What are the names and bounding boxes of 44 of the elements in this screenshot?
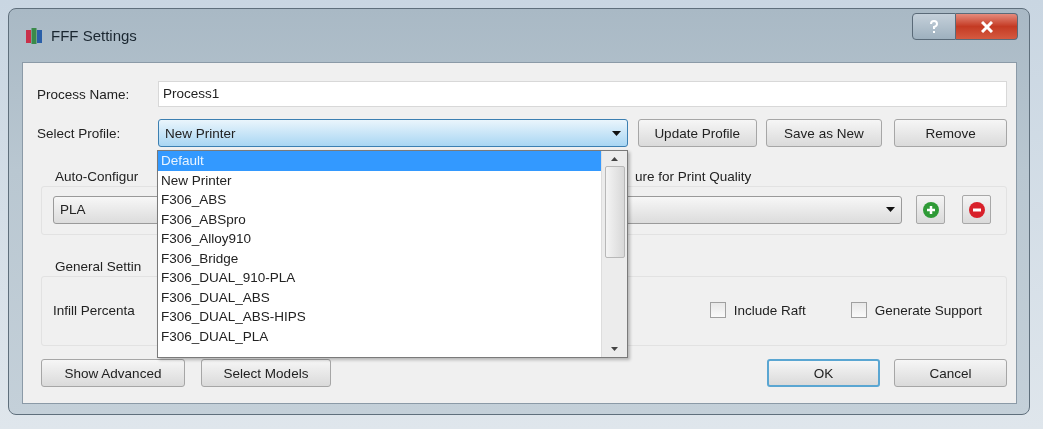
dropdown-option[interactable]: F306_ABSpro [158,209,601,229]
dialog-button[interactable]: Cancel [894,359,1007,387]
question-mark-icon [929,19,939,34]
field-label: Infill Percenta [53,302,135,318]
checkbox-label: Generate Support [874,302,982,318]
group-title: General Settin [55,258,142,274]
group-title: ure for Print Quality [635,168,752,184]
dialog-button[interactable]: OK [767,359,880,387]
scrollbar-thumb[interactable] [604,166,625,258]
dropdown-option[interactable]: New Printer [158,170,601,190]
profile-button[interactable]: Save as New [765,119,883,147]
window-title: FFF Settings [51,27,137,44]
scroll-up-icon [611,157,618,161]
checkbox[interactable] [850,302,867,318]
remove-button[interactable] [962,195,991,224]
process-name-field[interactable]: Process1 [158,81,1007,107]
minus-icon [968,201,985,218]
group-title: Auto-Configur [55,168,140,184]
profile-dropdown[interactable]: New Printer [158,119,628,147]
dropdown-option[interactable]: F306_Alloy910 [158,229,601,249]
footer-button[interactable]: Select Models [201,359,331,387]
field-label: Process Name: [37,86,131,102]
checkbox-label: Include Raft [733,302,806,318]
dropdown-option[interactable]: F306_Bridge [158,248,601,268]
caret-icon [886,207,895,212]
dropdown-option[interactable]: F306_DUAL_ABS-HIPS [158,307,601,327]
dropdown-option[interactable]: F306_DUAL_910-PLA [158,268,601,288]
add-button[interactable] [916,195,945,224]
help-button[interactable] [912,13,956,40]
caret-icon [611,130,621,136]
dropdown-option[interactable]: F306_DUAL_PLA [158,326,601,346]
scrollbar[interactable] [601,151,627,357]
profile-button[interactable]: Update Profile [637,119,757,147]
dropdown-option[interactable]: F306_DUAL_ABS [158,287,601,307]
plus-icon [922,201,939,218]
footer-button[interactable]: Show Advanced [41,359,185,387]
checkbox[interactable] [709,302,726,318]
dropdown-option[interactable]: F306_ABS [158,190,601,210]
close-icon [980,20,993,33]
close-button[interactable] [956,13,1018,40]
scroll-down-icon [611,347,618,351]
app-icon [26,26,42,45]
profile-button[interactable]: Remove [894,119,1007,147]
field-label: Select Profile: [37,125,122,141]
